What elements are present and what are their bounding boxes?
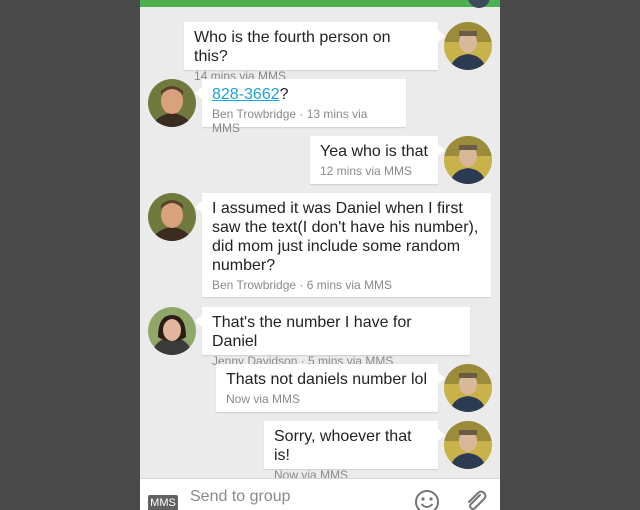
phone-link[interactable]: 828-3662 (212, 86, 280, 103)
message-line: number? (212, 257, 276, 274)
message-text: Sorry, whoever that is! (274, 428, 412, 464)
ben-avatar[interactable] (148, 193, 196, 241)
conversation-screen: Who is the fourth person on this? 14 min… (140, 0, 500, 510)
message-bubble[interactable]: 828-3662? Ben Trowbridge · 13 mins via M… (195, 79, 406, 135)
message-bubble[interactable]: Yea who is that 12 mins via MMS (310, 136, 445, 184)
message-row: Sorry, whoever that is! Now via MMS (140, 421, 500, 482)
message-input[interactable] (190, 485, 390, 509)
message-bubble[interactable]: I assumed it was Daniel when I first saw… (195, 193, 491, 297)
message-meta: Ben Trowbridge · 6 mins via MMS (212, 278, 393, 292)
self-avatar[interactable] (444, 421, 492, 469)
message-text: Yea who is that (320, 143, 428, 160)
message-meta: Ben Trowbridge · 13 mins via MMS (212, 107, 368, 135)
mms-badge: MMS (148, 495, 178, 510)
message-text: Who is the fourth person on this? (194, 29, 391, 65)
message-text: Thats not daniels number lol (226, 371, 427, 388)
message-row: 828-3662? Ben Trowbridge · 13 mins via M… (140, 79, 500, 135)
ben-avatar[interactable] (148, 79, 196, 127)
message-bubble[interactable]: That's the number I have for Daniel Jenn… (195, 307, 470, 368)
self-avatar[interactable] (444, 136, 492, 184)
paperclip-icon[interactable] (462, 487, 490, 510)
message-meta: Now via MMS (226, 392, 301, 406)
message-bubble[interactable]: Thats not daniels number lol Now via MMS (216, 364, 445, 412)
jenny-avatar[interactable] (148, 307, 196, 355)
message-bubble[interactable]: Who is the fourth person on this? 14 min… (184, 22, 445, 83)
message-row: I assumed it was Daniel when I first saw… (140, 193, 500, 299)
message-suffix: ? (279, 86, 289, 103)
message-bubble[interactable]: Sorry, whoever that is! Now via MMS (264, 421, 445, 482)
emoji-icon[interactable] (414, 489, 440, 510)
message-row: Who is the fourth person on this? 14 min… (140, 22, 500, 83)
message-line: saw the text(I don't have his number), (212, 219, 479, 236)
avatar (468, 0, 490, 8)
message-meta: 12 mins via MMS (320, 164, 413, 178)
message-line: did mom just include some random (212, 238, 461, 255)
self-avatar[interactable] (444, 364, 492, 412)
message-row: That's the number I have for Daniel Jenn… (140, 307, 500, 368)
top-bar (140, 0, 500, 8)
message-text: 828-3662? (212, 85, 396, 104)
message-row: Yea who is that 12 mins via MMS (140, 136, 500, 186)
message-text: That's the number I have for Daniel (212, 314, 412, 350)
message-row: Thats not daniels number lol Now via MMS (140, 364, 500, 414)
composer-bar: MMS (140, 478, 500, 510)
message-line: I assumed it was Daniel when I first (212, 200, 463, 217)
self-avatar[interactable] (444, 22, 492, 70)
